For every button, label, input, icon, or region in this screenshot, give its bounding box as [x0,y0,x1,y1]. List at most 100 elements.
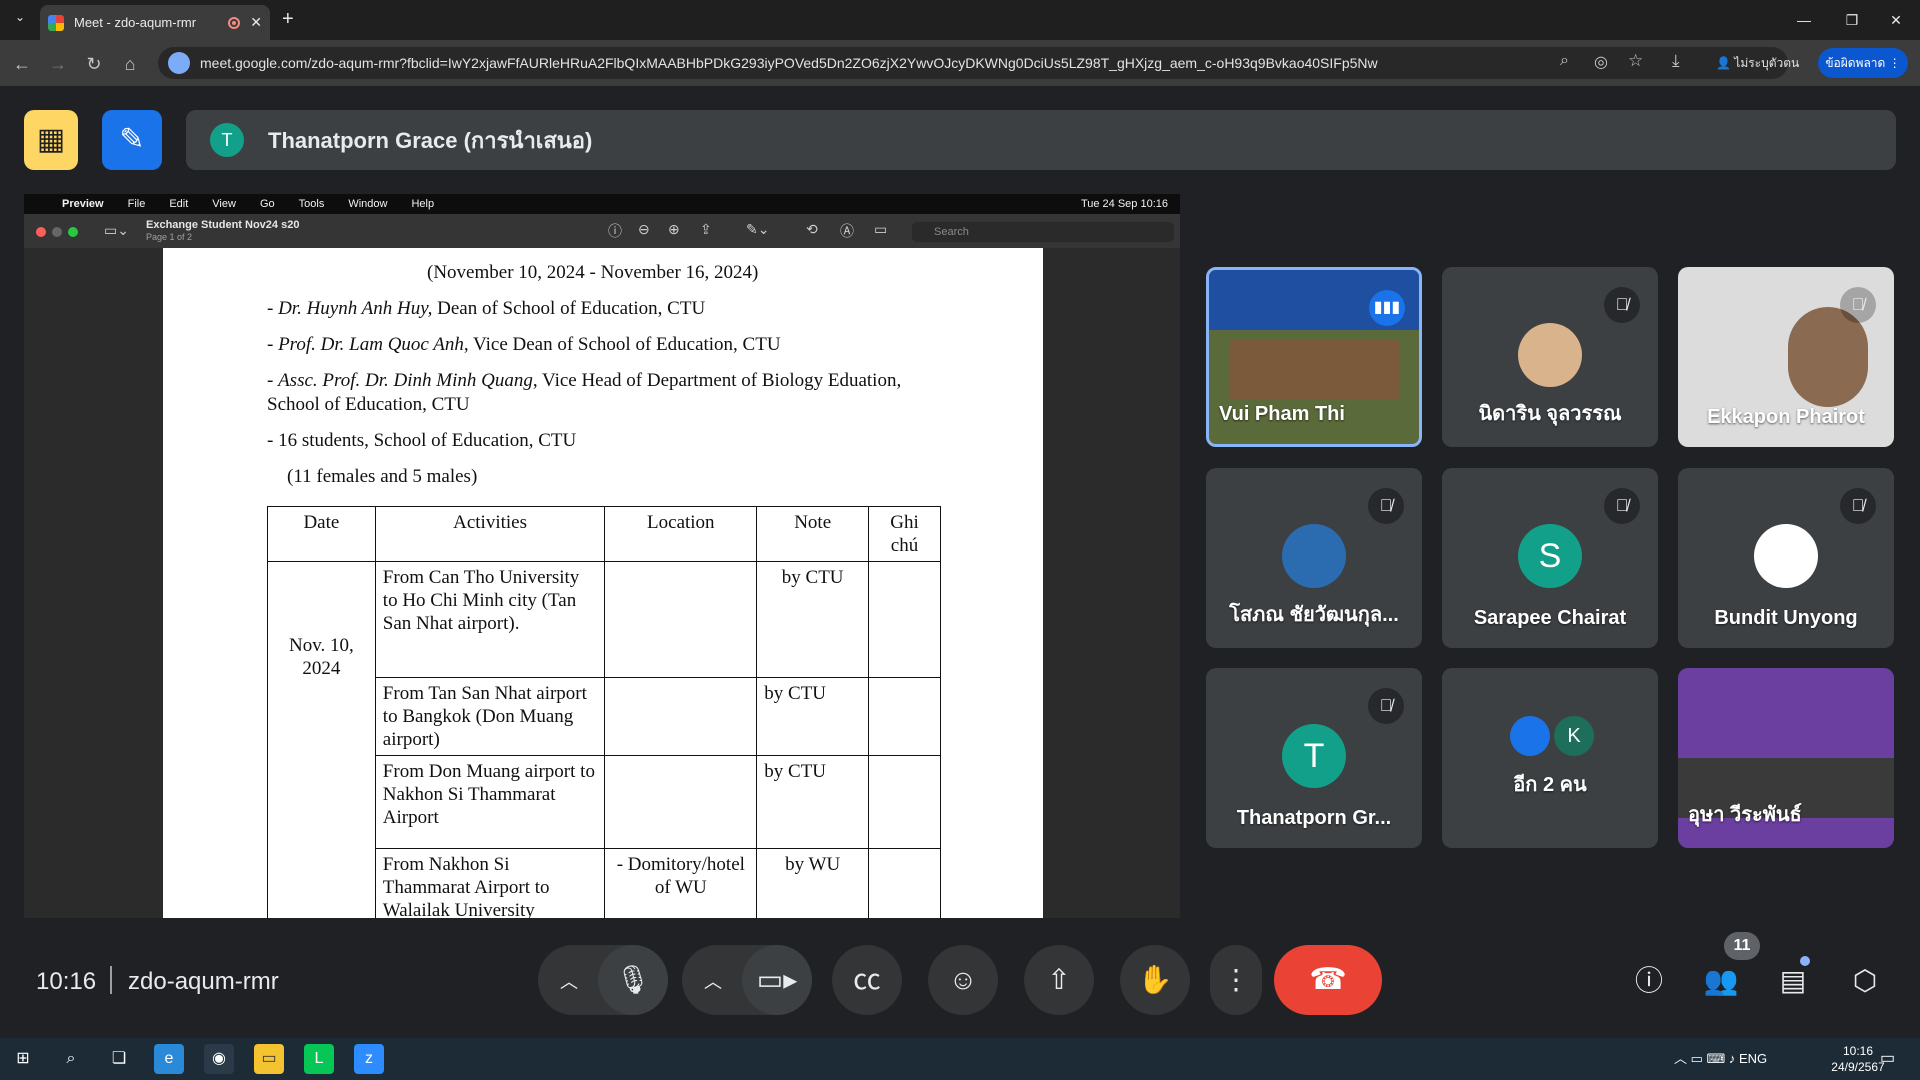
participant-tile[interactable]: 🎙̸ Ekkapon Phairot [1678,267,1894,447]
note-cell: by CTU [756,561,870,678]
participant-tile[interactable]: ▮▮▮ Vui Pham Thi [1206,267,1422,447]
form-tool-icon: ▭ [874,221,888,237]
site-info-icon[interactable] [168,52,190,74]
home-icon[interactable]: ⌂ [116,50,144,78]
taskbar-search-icon[interactable]: ⌕ [56,1044,86,1074]
mic-off-icon: 🎙̸ [1368,488,1404,524]
zoom-out-tool-icon: ⊖ [638,221,650,237]
participant-avatar: K [1554,716,1594,756]
microphone-icon[interactable]: 🎙 [598,945,668,1015]
download-icon[interactable]: ⤓ [1672,51,1680,71]
location-cell [604,677,758,756]
header-note: Note [756,506,870,562]
participant-tile[interactable]: 🎙̸ Bundit Unyong [1678,468,1894,648]
ghi-chu-cell [868,561,941,678]
edge-icon[interactable]: e [154,1044,184,1074]
annotate-icon[interactable]: ✎ [102,110,162,170]
participant-tile[interactable]: 🎙̸ T Thanatporn Gr... [1206,668,1422,848]
captions-icon[interactable]: ㏄ [832,945,902,1015]
present-screen-icon[interactable]: ⇧ [1024,945,1094,1015]
camera-options-chevron-icon[interactable]: ︿ [704,968,722,994]
notification-icon[interactable]: ▭ [1880,1048,1895,1068]
person-role: , Vice Head of Department of Biology Edu… [532,370,902,391]
menu-app: Preview [62,198,104,210]
url-text: meet.google.com/zdo-aqum-rmr?fbclid=IwY2… [200,55,1378,71]
presenter-label: Thanatporn Grace (การนำเสนอ) [268,127,593,153]
update-error-button[interactable]: ข้อผิดพลาด ⋮ [1818,48,1908,78]
date-range: (November 10, 2024 - November 16, 2024) [427,262,759,283]
participant-avatar [1518,323,1582,387]
mic-off-icon: 🎙̸ [1840,287,1876,323]
bookmark-star-icon[interactable]: ☆ [1628,51,1643,71]
person-line-cont: School of Education, CTU [267,394,470,415]
reload-icon[interactable]: ↻ [80,50,108,78]
participant-tile[interactable]: K อีก 2 คน [1442,668,1658,848]
mac-minimize-icon [52,227,62,237]
mic-options-chevron-icon[interactable]: ︿ [560,968,578,994]
raise-hand-icon[interactable]: ✋ [1120,945,1190,1015]
mac-zoom-icon [68,227,78,237]
emoji-icon[interactable]: ☺ [928,945,998,1015]
participant-name: โสภณ ชัยวัฒนกุล... [1229,604,1399,626]
close-tab-icon[interactable]: ✕ [250,14,262,31]
share-tool-icon: ⇪ [700,221,712,237]
more-options-icon[interactable]: ⋮ [1210,945,1262,1015]
camera-icon[interactable]: ▭▸ [742,945,812,1015]
mic-off-icon: 🎙̸ [1840,488,1876,524]
location-cell [604,561,758,678]
system-tray[interactable]: ︿ ▭ ⌨ ♪ ENG [1674,1048,1767,1067]
close-window-icon[interactable]: ✕ [1876,8,1916,32]
activity-cell: From Can Tho University to Ho Chi Minh c… [374,561,606,678]
chat-icon[interactable]: ▤ [1772,960,1814,1002]
windows-start-icon[interactable]: ⊞ [8,1044,38,1074]
minimize-icon[interactable]: — [1784,8,1824,32]
tab-meet[interactable]: Meet - zdo-aqum-rmr ✕ [40,5,270,40]
end-call-icon[interactable]: ☎ [1274,945,1382,1015]
person-name: Prof. Dr. Lam Quoc Anh [278,334,464,355]
back-icon[interactable]: ← [8,50,36,78]
zoom-icon[interactable]: ⌕ [1560,52,1569,70]
sidebar-toggle-icon: ▭⌄ [104,222,129,238]
activities-icon[interactable]: ⬡ [1844,960,1886,1002]
zoom-app-icon[interactable]: z [354,1044,384,1074]
new-tab-icon[interactable]: + [282,8,294,31]
rotate-tool-icon: ⟲ [806,221,818,237]
task-view-icon[interactable]: ❏ [104,1044,134,1074]
header-activities: Activities [374,506,606,562]
participant-avatar [1282,524,1346,588]
participant-avatar: S [1518,524,1582,588]
students-breakdown: (11 females and 5 males) [287,466,478,487]
meet-favicon-icon [48,14,64,31]
stop-presenting-icon[interactable]: ▦ [24,110,78,170]
incognito-profile-button[interactable]: 👤 ไม่ระบุตัวตน [1716,49,1799,77]
person-line: - Assc. Prof. Dr. Dinh Minh Quang, Vice … [267,370,902,391]
participant-name: นิดาริน จุลวรรณ [1478,403,1622,425]
restore-icon[interactable]: ❐ [1832,8,1872,32]
participant-tile[interactable]: อุษา วีระพันธ์ [1678,668,1894,848]
ghi-chu-cell [868,755,941,849]
file-explorer-icon[interactable]: ▭ [254,1044,284,1074]
menu-file: File [127,198,146,210]
activity-cell: From Don Muang airport to Nakhon Si Tham… [374,755,606,849]
note-cell: by CTU [756,755,870,849]
highlight-tool-icon: Ⓐ [840,223,854,239]
participant-tile[interactable]: 🎙̸ S Sarapee Chairat [1442,468,1658,648]
participant-name: Vui Pham Thi [1219,403,1345,425]
address-bar[interactable]: meet.google.com/zdo-aqum-rmr?fbclid=IwY2… [158,47,1788,79]
header-location: Location [604,506,758,562]
meeting-info-icon[interactable]: ⓘ [1628,960,1670,1002]
forward-icon[interactable]: → [44,50,72,78]
line-app-icon[interactable]: L [304,1044,334,1074]
table-row: Nov. 10, 2024 From Can Tho University to… [267,561,941,918]
tracking-icon[interactable]: ◎ [1594,52,1608,72]
chrome-icon[interactable]: ◉ [204,1044,234,1074]
tab-search-icon[interactable]: ⌄ [10,10,30,30]
people-icon[interactable]: 👥 [1700,960,1742,1002]
participant-name: อุษา วีระพันธ์ [1688,804,1802,826]
participant-avatar [1754,524,1818,588]
mac-close-icon [36,227,46,237]
participant-tile[interactable]: 🎙̸ นิดาริน จุลวรรณ [1442,267,1658,447]
location-cell [604,755,758,849]
participant-tile[interactable]: 🎙̸ โสภณ ชัยวัฒนกุล... [1206,468,1422,648]
participant-name: Bundit Unyong [1714,607,1858,629]
